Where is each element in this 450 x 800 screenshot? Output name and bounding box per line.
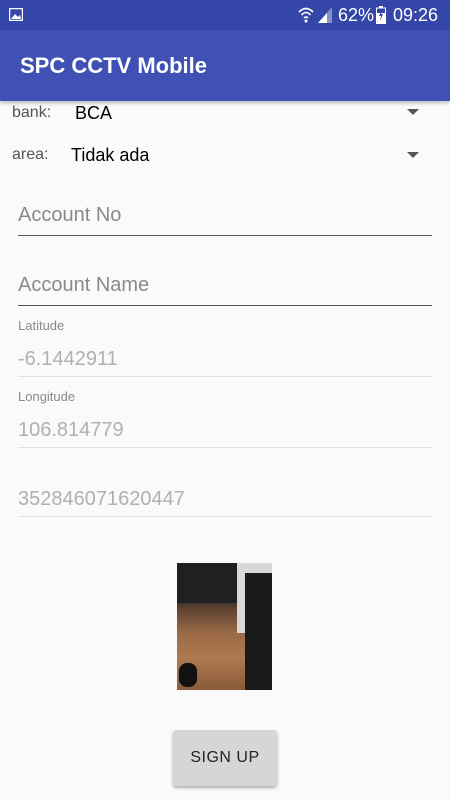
bank-value: BCA [75, 103, 113, 123]
longitude-label: Longitude [18, 389, 76, 404]
divider [18, 447, 432, 448]
bank-label: bank: [12, 104, 52, 121]
account-no-input[interactable] [18, 204, 432, 236]
sign-up-button[interactable]: SIGN UP [173, 730, 277, 786]
battery-charging-icon [376, 6, 386, 24]
wifi-icon [298, 7, 314, 23]
image-icon [9, 8, 23, 21]
area-value: Tidak ada [71, 145, 150, 165]
area-spinner[interactable]: Tidak ada [66, 140, 432, 172]
app-title: SPC CCTV Mobile [20, 53, 208, 78]
status-bar: 62% 09:26 [0, 0, 450, 30]
account-name-input[interactable] [18, 274, 432, 306]
captured-photo[interactable] [177, 563, 272, 690]
bank-spinner[interactable]: BCA [70, 98, 432, 130]
clock: 09:26 [393, 5, 439, 25]
device-id-value: 352846071620447 [18, 488, 185, 510]
battery-percent: 62% [338, 5, 375, 25]
longitude-value: 106.814779 [18, 419, 124, 441]
divider [18, 376, 432, 377]
latitude-label: Latitude [18, 318, 65, 333]
chevron-down-icon [407, 109, 419, 115]
divider [18, 516, 432, 517]
chevron-down-icon [407, 152, 419, 158]
signal-icon [318, 7, 332, 23]
app-bar: SPC CCTV Mobile [0, 30, 450, 101]
photo-object [245, 573, 272, 690]
area-label: area: [12, 146, 49, 163]
latitude-value: -6.1442911 [18, 348, 118, 370]
photo-mouse [179, 663, 197, 687]
